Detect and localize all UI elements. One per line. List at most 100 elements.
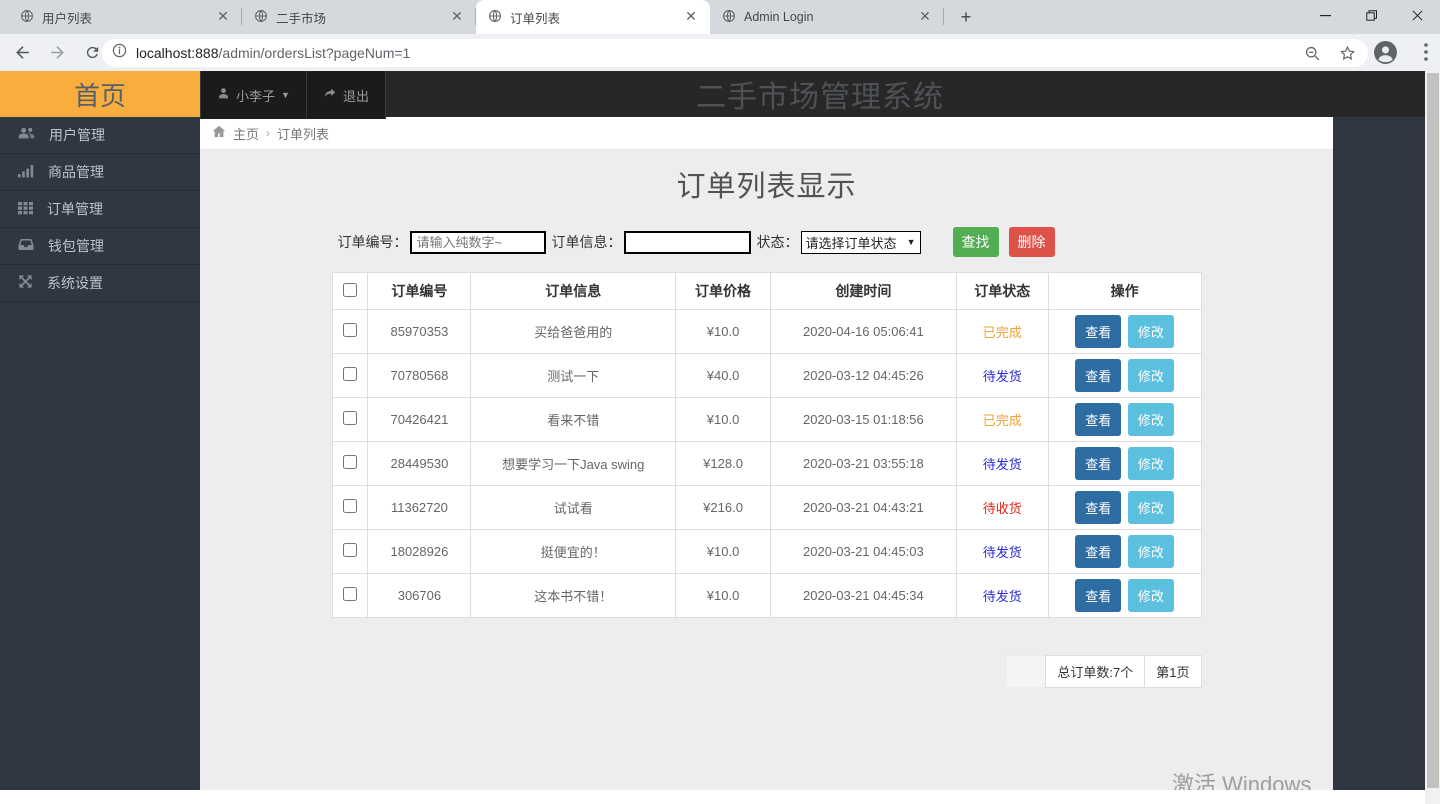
order-id-cell: 18028926 bbox=[367, 529, 472, 574]
browser-tabstrip: 用户列表 ✕ 二手市场 ✕ 订单列表 ✕ Admin Login ✕ + bbox=[0, 0, 1440, 34]
search-button[interactable]: 查找 bbox=[952, 227, 999, 257]
table-row: 70426421 看来不错 ¥10.0 2020-03-15 01:18:56 … bbox=[331, 397, 1202, 442]
edit-button[interactable]: 修改 bbox=[1127, 447, 1174, 480]
select-all-checkbox[interactable] bbox=[342, 282, 357, 297]
order-id-cell: 85970353 bbox=[367, 309, 472, 354]
back-icon[interactable] bbox=[9, 40, 35, 66]
edit-button[interactable]: 修改 bbox=[1127, 491, 1174, 524]
forward-icon[interactable] bbox=[44, 40, 70, 66]
page-info-icon[interactable] bbox=[112, 43, 127, 63]
edit-button[interactable]: 修改 bbox=[1127, 359, 1174, 392]
globe-favicon-icon bbox=[20, 9, 34, 26]
status-badge: 待发货 bbox=[955, 353, 1049, 398]
sidebar-item-system-settings[interactable]: 系统设置 bbox=[0, 265, 200, 302]
edit-button[interactable]: 修改 bbox=[1127, 315, 1174, 348]
table-row: 18028926 挺便宜的！ ¥10.0 2020-03-21 04:45:03… bbox=[331, 529, 1202, 574]
view-button[interactable]: 查看 bbox=[1075, 579, 1122, 612]
edit-button[interactable]: 修改 bbox=[1127, 579, 1174, 612]
order-id-cell: 11362720 bbox=[367, 485, 472, 530]
pagination-current-page[interactable]: 第1页 bbox=[1144, 655, 1202, 688]
user-dropdown[interactable]: 小李子 ▼ bbox=[200, 71, 307, 119]
pagination-item-empty[interactable] bbox=[1006, 655, 1047, 688]
edit-button[interactable]: 修改 bbox=[1127, 403, 1174, 436]
breadcrumb-home-link[interactable]: 主页 bbox=[233, 124, 259, 143]
order-info-cell: 看来不错 bbox=[470, 397, 677, 442]
order-id-cell: 70780568 bbox=[367, 353, 472, 398]
logout-arrow-icon bbox=[323, 87, 337, 103]
row-checkbox[interactable] bbox=[342, 323, 357, 337]
bookmark-star-icon[interactable] bbox=[1334, 40, 1360, 66]
table-header-row: 订单编号 订单信息 订单价格 创建时间 订单状态 操作 bbox=[331, 272, 1202, 310]
order-info-input[interactable] bbox=[623, 230, 751, 254]
logout-button[interactable]: 退出 bbox=[306, 71, 386, 119]
status-select[interactable]: 请选择订单状态 ▼ bbox=[800, 230, 921, 254]
profile-avatar-icon[interactable] bbox=[1373, 40, 1398, 70]
delete-button[interactable]: 删除 bbox=[1008, 227, 1055, 257]
order-time-cell: 2020-03-12 04:45:26 bbox=[770, 353, 957, 398]
row-checkbox[interactable] bbox=[342, 455, 357, 469]
edit-button[interactable]: 修改 bbox=[1127, 535, 1174, 568]
sidebar-item-wallet-management[interactable]: 钱包管理 bbox=[0, 228, 200, 265]
browser-menu-icon[interactable] bbox=[1424, 43, 1428, 66]
tab-close-icon[interactable]: ✕ bbox=[682, 8, 700, 26]
order-info-cell: 测试一下 bbox=[470, 353, 677, 398]
address-bar[interactable]: localhost:888/admin/ordersList?pageNum=1 bbox=[102, 39, 1368, 67]
row-checkbox[interactable] bbox=[342, 499, 357, 513]
right-background-strip bbox=[1333, 117, 1425, 790]
inbox-icon bbox=[18, 238, 34, 254]
order-info-cell: 想要学习一下Java swing bbox=[470, 441, 677, 486]
window-restore-button[interactable] bbox=[1348, 0, 1394, 30]
home-brand-button[interactable]: 首页 bbox=[0, 71, 200, 117]
view-button[interactable]: 查看 bbox=[1075, 491, 1122, 524]
scrollbar-thumb[interactable] bbox=[1426, 73, 1439, 788]
browser-tab-admin-login[interactable]: Admin Login ✕ bbox=[710, 0, 944, 34]
activate-windows-watermark: 激活 Windows bbox=[1172, 772, 1312, 790]
order-price-cell: ¥10.0 bbox=[675, 529, 771, 574]
breadcrumb-current: 订单列表 bbox=[277, 126, 330, 142]
sidebar-item-product-management[interactable]: 商品管理 bbox=[0, 154, 200, 191]
view-button[interactable]: 查看 bbox=[1075, 315, 1122, 348]
column-header-order-price: 订单价格 bbox=[675, 272, 771, 310]
pagination: 总订单数:7个 第1页 bbox=[332, 655, 1202, 688]
row-checkbox[interactable] bbox=[342, 543, 357, 557]
view-button[interactable]: 查看 bbox=[1075, 535, 1122, 568]
system-title: 二手市场管理系统 bbox=[696, 81, 944, 114]
url-text[interactable]: localhost:888/admin/ordersList?pageNum=1 bbox=[136, 45, 1290, 61]
tab-title: 二手市场 bbox=[276, 11, 327, 26]
view-button[interactable]: 查看 bbox=[1075, 359, 1122, 392]
globe-favicon-icon bbox=[254, 9, 268, 26]
order-time-cell: 2020-03-21 04:45:34 bbox=[770, 573, 957, 618]
logout-label: 退出 bbox=[342, 88, 369, 104]
row-checkbox[interactable] bbox=[342, 367, 357, 381]
new-tab-button[interactable]: + bbox=[952, 3, 980, 31]
globe-favicon-icon bbox=[722, 9, 736, 26]
browser-tab-user-list[interactable]: 用户列表 ✕ bbox=[8, 0, 242, 34]
table-row: 70780568 测试一下 ¥40.0 2020-03-12 04:45:26 … bbox=[331, 353, 1202, 398]
tab-close-icon[interactable]: ✕ bbox=[214, 8, 232, 26]
row-checkbox[interactable] bbox=[342, 411, 357, 425]
status-badge: 已完成 bbox=[955, 309, 1049, 354]
column-header-order-info: 订单信息 bbox=[470, 272, 677, 310]
zoom-out-icon[interactable] bbox=[1299, 40, 1325, 66]
view-button[interactable]: 查看 bbox=[1075, 403, 1122, 436]
sidebar-item-user-management[interactable]: 用户管理 bbox=[0, 117, 200, 154]
view-button[interactable]: 查看 bbox=[1075, 447, 1122, 480]
page-scrollbar[interactable] bbox=[1425, 71, 1440, 804]
sidebar-item-order-management[interactable]: 订单管理 bbox=[0, 191, 200, 228]
window-minimize-button[interactable] bbox=[1302, 0, 1348, 30]
order-price-cell: ¥40.0 bbox=[675, 353, 771, 398]
chevron-down-icon: ▼ bbox=[281, 90, 290, 100]
status-badge: 待发货 bbox=[955, 529, 1049, 574]
row-checkbox[interactable] bbox=[342, 587, 357, 601]
browser-tab-market[interactable]: 二手市场 ✕ bbox=[242, 0, 476, 34]
window-close-button[interactable] bbox=[1394, 0, 1440, 30]
tab-close-icon[interactable]: ✕ bbox=[916, 8, 934, 26]
tab-close-icon[interactable]: ✕ bbox=[448, 8, 466, 26]
main-content: 主页 › 订单列表 订单列表显示 订单编号： 订单信息： 状态： 请选择订单状态… bbox=[200, 117, 1333, 790]
sidebar: 用户管理 商品管理 订单管理 钱包管理 系统设置 bbox=[0, 117, 200, 790]
order-no-input[interactable] bbox=[409, 230, 546, 254]
order-price-cell: ¥10.0 bbox=[675, 397, 771, 442]
browser-tab-orders-list-active[interactable]: 订单列表 ✕ bbox=[476, 0, 710, 34]
status-badge: 已完成 bbox=[955, 397, 1049, 442]
bottom-strip bbox=[0, 790, 1425, 804]
